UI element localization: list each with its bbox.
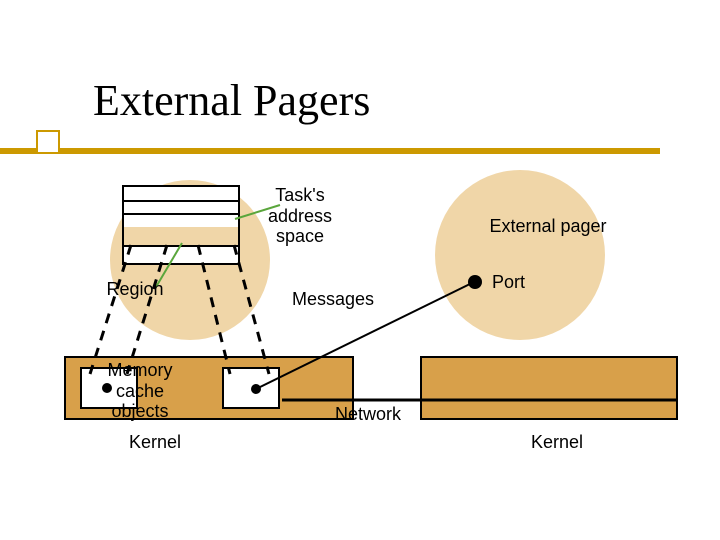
memory-cache-object-2 — [222, 367, 280, 409]
label-region: Region — [100, 279, 170, 300]
diagram-canvas: Task's address space External pager Port… — [0, 0, 720, 540]
label-network: Network — [323, 404, 413, 425]
label-port: Port — [492, 272, 552, 293]
external-pager-circle — [435, 170, 605, 340]
kernel-bar-right — [420, 356, 678, 420]
label-memory-cache-objects: Memory cache objects — [100, 360, 180, 422]
port-dot-icon — [468, 275, 482, 289]
label-external-pager: External pager — [478, 216, 618, 237]
label-messages: Messages — [292, 289, 392, 310]
address-space-table — [122, 185, 240, 265]
label-kernel-right: Kernel — [522, 432, 592, 453]
connector-lines — [0, 0, 720, 540]
label-task-address-space: Task's address space — [255, 185, 345, 247]
label-kernel-left: Kernel — [120, 432, 190, 453]
region-row — [124, 227, 238, 245]
